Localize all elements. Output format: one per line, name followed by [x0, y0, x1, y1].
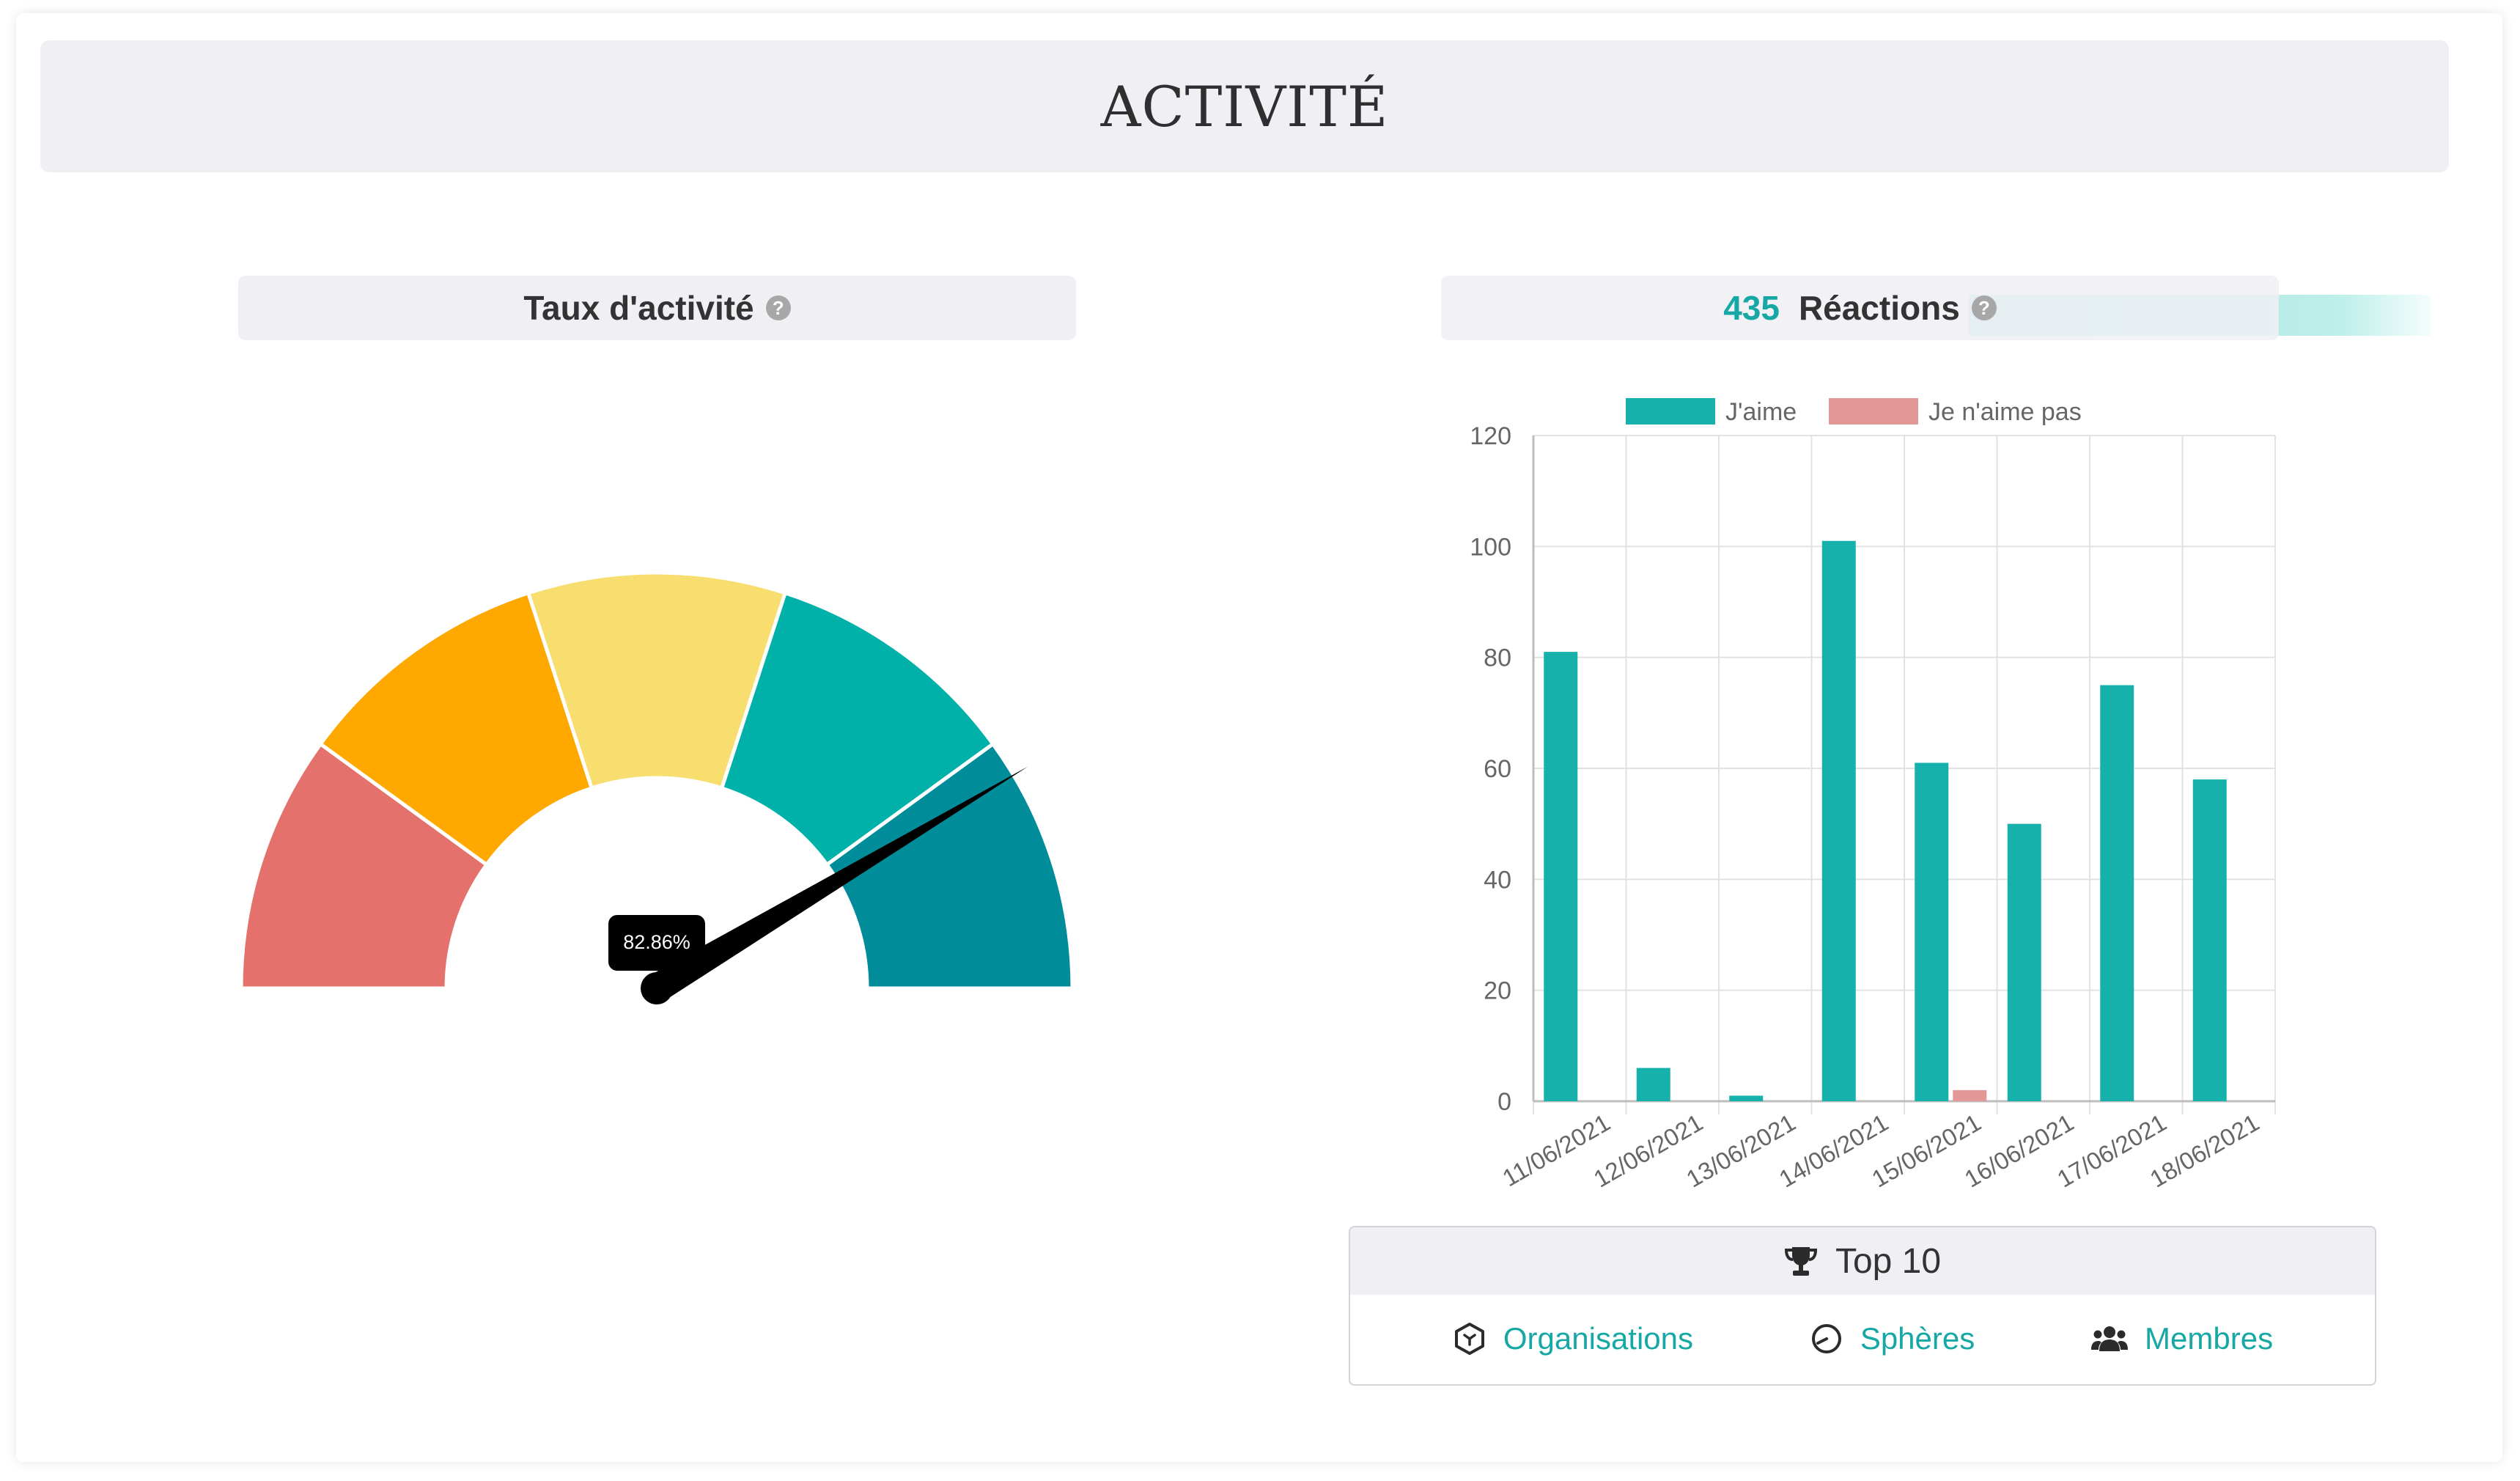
legend-label: J'aime: [1725, 398, 1797, 426]
legend-label: Je n'aime pas: [1928, 398, 2082, 426]
gauge-needle-hub: [641, 972, 673, 1004]
gauge-value-label: 82.86%: [608, 915, 705, 971]
y-tick-label: 60: [1484, 755, 1511, 783]
bar-jaime-17/06/2021[interactable]: [2100, 685, 2134, 1102]
y-tick-label: 80: [1484, 644, 1511, 672]
bar-jaime-16/06/2021[interactable]: [2007, 823, 2041, 1101]
y-tick-label: 100: [1470, 533, 1511, 561]
legend-item[interactable]: J'aime: [1626, 398, 1797, 426]
pie-icon: [1811, 1324, 1841, 1353]
activity-gauge: 82.86%: [239, 570, 1075, 1004]
page-header: ACTIVITÉ: [40, 40, 2449, 172]
bar-jaime-15/06/2021[interactable]: [1915, 762, 1949, 1101]
top10-members-link[interactable]: Membres: [2090, 1321, 2273, 1356]
top10-organisations-label: Organisations: [1503, 1321, 1694, 1356]
question-circle-icon[interactable]: ?: [765, 295, 791, 320]
top10-header: Top 10: [1350, 1227, 2375, 1295]
activity-rate-header: Taux d'activité ?: [238, 276, 1076, 340]
bar-jaime-14/06/2021[interactable]: [1821, 540, 1856, 1101]
top10-title: Top 10: [1835, 1241, 1942, 1281]
y-tick-label: 20: [1484, 977, 1511, 1005]
y-tick-label: 0: [1497, 1088, 1511, 1116]
legend-swatch: [1829, 398, 1918, 425]
cube-icon: [1454, 1323, 1484, 1355]
page-title: ACTIVITÉ: [1100, 73, 1389, 139]
bar-jaime-18/06/2021[interactable]: [2192, 779, 2227, 1101]
bar-jaime-13/06/2021[interactable]: [1729, 1095, 1764, 1101]
legend-item[interactable]: Je n'aime pas: [1829, 398, 2082, 426]
reactions-title: Réactions: [1798, 289, 1960, 327]
legend-swatch: [1626, 398, 1715, 425]
y-tick-label: 40: [1484, 866, 1511, 894]
gauge-value-text: 82.86%: [623, 931, 690, 953]
bar-jaime-11/06/2021[interactable]: [1544, 652, 1578, 1101]
users-icon: [2091, 1326, 2129, 1351]
top10-organisations-link[interactable]: Organisations: [1452, 1321, 1693, 1356]
reactions-bar-chart: J'aime Je n'aime pas 020406080100120 11/0…: [1470, 398, 2276, 1193]
reactions-header: 435 Réactions ?: [1441, 276, 2279, 340]
top10-spheres-link[interactable]: Sphères: [1809, 1321, 1975, 1356]
top10-spheres-label: Sphères: [1860, 1321, 1975, 1356]
top10-panel: Top 10 Organisations Sphères Membres: [1349, 1226, 2376, 1386]
question-circle-icon[interactable]: ?: [1971, 295, 1997, 320]
reactions-count: 435: [1723, 289, 1780, 327]
y-tick-label: 120: [1470, 422, 1511, 450]
bar-jenaimepas-15/06/2021[interactable]: [1953, 1089, 1987, 1101]
activity-rate-title: Taux d'activité: [523, 289, 754, 327]
top10-members-label: Membres: [2145, 1321, 2274, 1356]
bar-jaime-12/06/2021[interactable]: [1636, 1067, 1670, 1101]
trophy-icon: [1784, 1247, 1817, 1276]
